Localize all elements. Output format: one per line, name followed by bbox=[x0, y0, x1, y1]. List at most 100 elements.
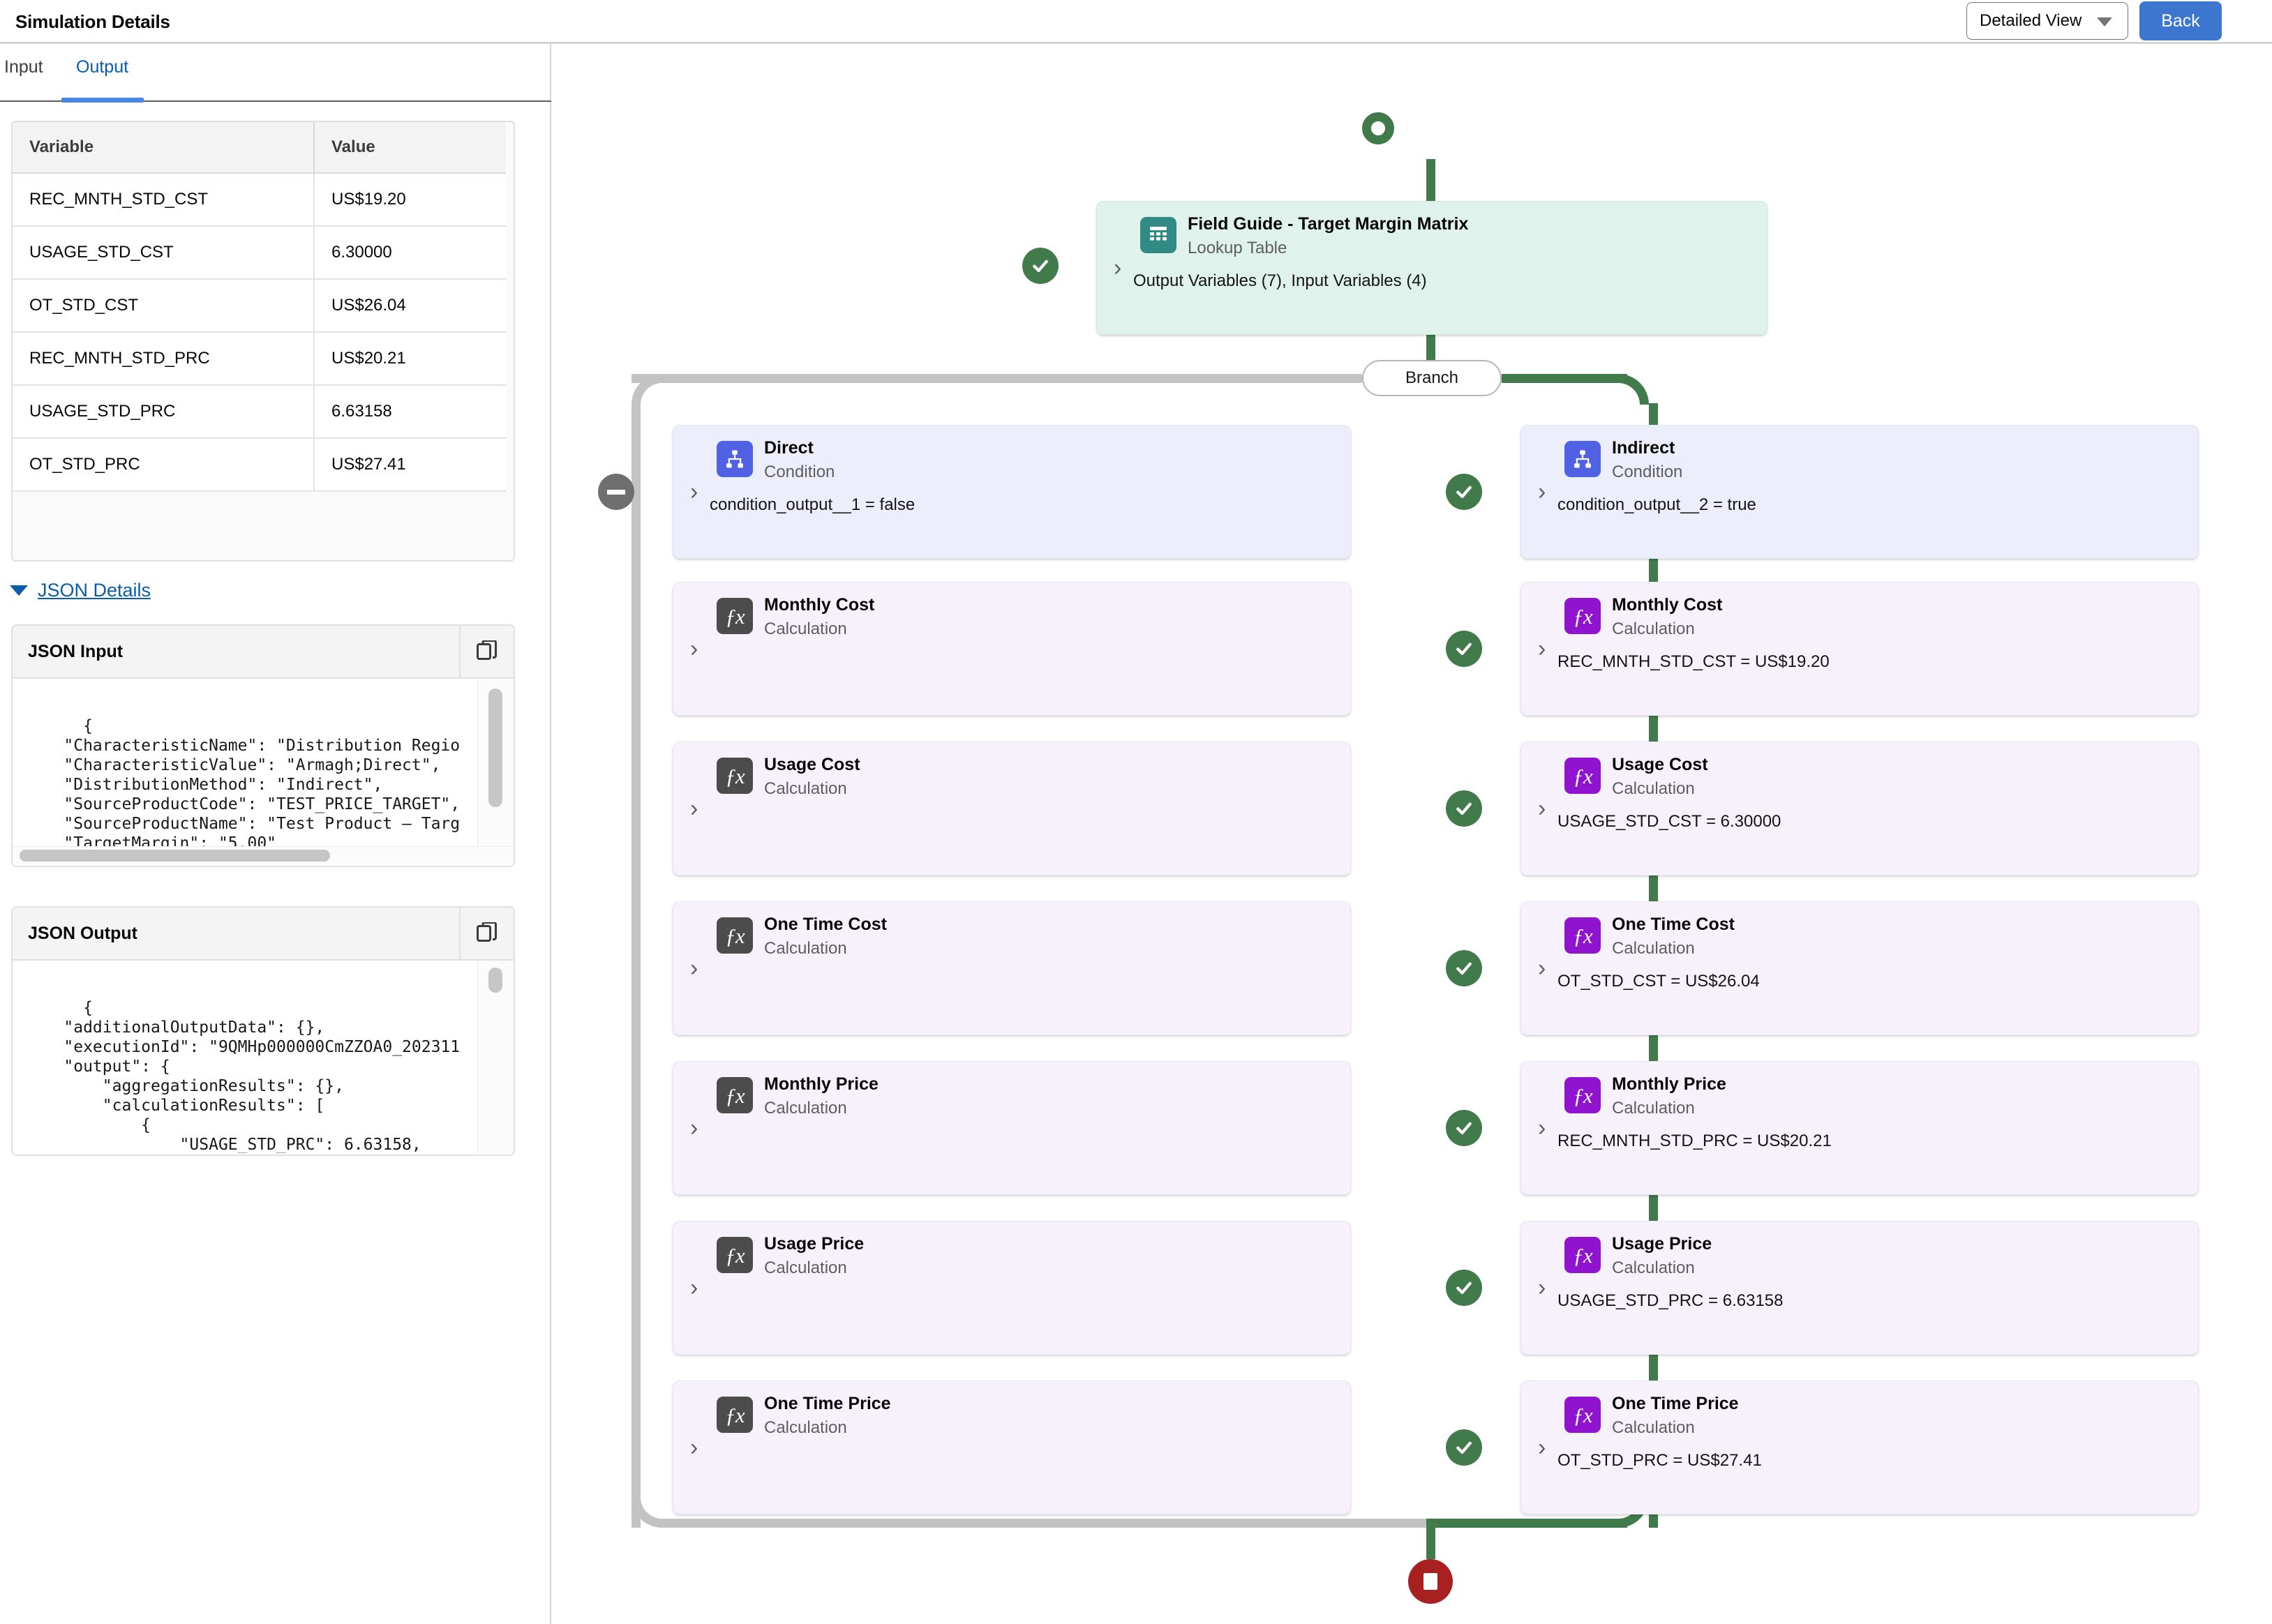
back-button[interactable]: Back bbox=[2139, 1, 2222, 40]
check-icon bbox=[1456, 1122, 1472, 1134]
json-input-text: { "CharacteristicName": "Distribution Re… bbox=[25, 717, 461, 864]
expand-chevron-icon[interactable]: › bbox=[1538, 1276, 1546, 1300]
expand-chevron-icon[interactable]: › bbox=[690, 797, 698, 820]
copy-icon[interactable] bbox=[459, 626, 514, 677]
node-detail: OT_STD_CST = US$26.04 bbox=[1557, 972, 1760, 991]
node-subtitle: Calculation bbox=[764, 619, 847, 638]
expand-chevron-icon[interactable]: › bbox=[1538, 480, 1546, 504]
expand-chevron-icon[interactable]: › bbox=[690, 480, 698, 504]
view-mode-select[interactable]: Detailed View bbox=[1966, 2, 2128, 40]
node-monthly-price[interactable]: › ƒx Monthly Price Calculation bbox=[673, 1061, 1351, 1195]
json-input-header: JSON Input bbox=[13, 626, 514, 679]
status-badge-skipped bbox=[598, 474, 634, 510]
json-input-vscroll-thumb[interactable] bbox=[488, 689, 502, 807]
node-monthly-cost[interactable]: › ƒx Monthly Cost Calculation bbox=[673, 582, 1351, 716]
node-usage-cost[interactable]: › ƒx Usage Cost Calculation bbox=[673, 742, 1351, 875]
edge-left-merge-horizontal bbox=[662, 1519, 1430, 1528]
table-header-row: Variable Value bbox=[13, 122, 506, 174]
cell-value: 6.30000 bbox=[314, 226, 506, 280]
tab-output[interactable]: Output bbox=[76, 57, 128, 93]
status-badge-ok bbox=[1446, 790, 1482, 827]
json-output-header: JSON Output bbox=[13, 908, 514, 961]
node-direct[interactable]: › Direct Condition condition_output__1 = fa… bbox=[673, 425, 1351, 559]
condition-icon bbox=[717, 441, 753, 477]
check-icon bbox=[1456, 642, 1472, 655]
expand-chevron-icon[interactable]: › bbox=[690, 637, 698, 661]
node-monthly-cost[interactable]: › ƒx Monthly Cost Calculation REC_MNTH_STD_C… bbox=[1520, 582, 2199, 716]
json-input-hscroll-thumb[interactable] bbox=[20, 850, 330, 862]
json-output-vscroll-thumb[interactable] bbox=[488, 968, 502, 993]
node-one-time-cost[interactable]: › ƒx One Time Cost Calculation bbox=[673, 901, 1351, 1035]
node-one-time-cost[interactable]: › ƒx One Time Cost Calculation OT_STD_CST = … bbox=[1520, 901, 2199, 1035]
check-icon bbox=[1456, 486, 1472, 498]
expand-chevron-icon[interactable]: › bbox=[1538, 1436, 1546, 1459]
node-subtitle: Condition bbox=[1612, 463, 1683, 481]
node-detail: USAGE_STD_PRC = 6.63158 bbox=[1557, 1291, 1784, 1310]
cell-value: US$26.04 bbox=[314, 279, 506, 333]
calculation-icon: ƒx bbox=[1564, 598, 1601, 634]
node-detail: condition_output__2 = true bbox=[1557, 495, 1756, 514]
node-monthly-price[interactable]: › ƒx Monthly Price Calculation REC_MNTH_STD_… bbox=[1520, 1061, 2199, 1195]
node-one-time-price[interactable]: › ƒx One Time Price Calculation bbox=[673, 1381, 1351, 1514]
node-title: Monthly Cost bbox=[1612, 595, 1723, 615]
flow-canvas[interactable]: Branch › Field Guide - Target Margin Mat… bbox=[553, 44, 2272, 1624]
edge-merge-to-end bbox=[1426, 1519, 1435, 1559]
fx-glyph: ƒx bbox=[1573, 603, 1592, 629]
copy-icon-glyph bbox=[477, 922, 497, 942]
expand-chevron-icon[interactable]: › bbox=[1538, 797, 1546, 820]
calculation-icon: ƒx bbox=[717, 917, 753, 954]
calculation-icon: ƒx bbox=[1564, 758, 1601, 794]
calculation-icon: ƒx bbox=[1564, 917, 1601, 954]
stop-square-icon bbox=[1408, 1559, 1453, 1604]
cell-value: US$20.21 bbox=[314, 332, 506, 386]
json-output-body[interactable]: { "additionalOutputData": {}, "execution… bbox=[13, 961, 514, 1153]
check-icon bbox=[1033, 260, 1048, 272]
json-output-card: JSON Output { "additionalOutputData": {}… bbox=[11, 906, 515, 1156]
node-title: Field Guide - Target Margin Matrix bbox=[1188, 214, 1469, 234]
node-subtitle: Calculation bbox=[764, 779, 847, 798]
fx-glyph: ƒx bbox=[1573, 763, 1592, 788]
node-one-time-price[interactable]: › ƒx One Time Price Calculation OT_STD_PRC =… bbox=[1520, 1381, 2199, 1514]
calculation-icon: ƒx bbox=[717, 1237, 753, 1273]
status-badge-ok bbox=[1446, 631, 1482, 667]
fx-glyph: ƒx bbox=[1573, 1402, 1592, 1427]
node-subtitle: Calculation bbox=[1612, 619, 1695, 638]
json-details-label[interactable]: JSON Details bbox=[38, 580, 151, 601]
node-detail: USAGE_STD_CST = 6.30000 bbox=[1557, 812, 1781, 831]
node-usage-price[interactable]: › ƒx Usage Price Calculation USAGE_STD_PRC =… bbox=[1520, 1221, 2199, 1355]
chevron-down-icon[interactable] bbox=[10, 585, 28, 596]
node-subtitle: Condition bbox=[764, 463, 835, 481]
node-title: Usage Cost bbox=[1612, 755, 1708, 774]
expand-chevron-icon[interactable]: › bbox=[1538, 1116, 1546, 1140]
node-detail: condition_output__1 = false bbox=[710, 495, 915, 514]
column-header-variable: Variable bbox=[13, 122, 315, 174]
expand-chevron-icon[interactable]: › bbox=[690, 1436, 698, 1459]
expand-chevron-icon[interactable]: › bbox=[690, 1276, 698, 1300]
fx-glyph: ƒx bbox=[725, 603, 745, 629]
fx-glyph: ƒx bbox=[1573, 1083, 1592, 1108]
node-usage-cost[interactable]: › ƒx Usage Cost Calculation USAGE_STD_CST = … bbox=[1520, 742, 2199, 875]
json-details-toggle[interactable]: JSON Details bbox=[10, 580, 151, 601]
start-circle-icon bbox=[1362, 112, 1394, 144]
status-badge-ok bbox=[1446, 1429, 1482, 1466]
fx-glyph: ƒx bbox=[725, 1083, 745, 1108]
variable-table-body: REC_MNTH_STD_CST US$19.20 USAGE_STD_CST 6.3… bbox=[13, 173, 506, 492]
expand-chevron-icon[interactable]: › bbox=[1538, 956, 1546, 980]
fx-glyph: ƒx bbox=[725, 1242, 745, 1268]
tab-input[interactable]: Input bbox=[4, 57, 43, 93]
node-subtitle: Calculation bbox=[1612, 779, 1695, 798]
json-input-body[interactable]: { "CharacteristicName": "Distribution Re… bbox=[13, 679, 514, 864]
copy-icon[interactable] bbox=[459, 908, 514, 959]
status-badge-ok bbox=[1022, 248, 1059, 284]
cell-variable: REC_MNTH_STD_PRC bbox=[13, 332, 315, 386]
node-usage-price[interactable]: › ƒx Usage Price Calculation bbox=[673, 1221, 1351, 1355]
expand-chevron-icon[interactable]: › bbox=[690, 1116, 698, 1140]
expand-chevron-icon[interactable]: › bbox=[690, 956, 698, 980]
node-title: Monthly Price bbox=[1612, 1074, 1726, 1094]
view-mode-select-value: Detailed View bbox=[1980, 11, 2082, 30]
node-indirect[interactable]: › Indirect Condition condition_output__2 = … bbox=[1520, 425, 2199, 559]
expand-chevron-icon[interactable]: › bbox=[1538, 637, 1546, 661]
expand-chevron-icon[interactable]: › bbox=[1114, 256, 1121, 280]
json-output-text: { "additionalOutputData": {}, "execution… bbox=[63, 999, 461, 1153]
node-lookup-table[interactable]: › Field Guide - Target Margin Matrix Loo… bbox=[1096, 201, 1767, 335]
